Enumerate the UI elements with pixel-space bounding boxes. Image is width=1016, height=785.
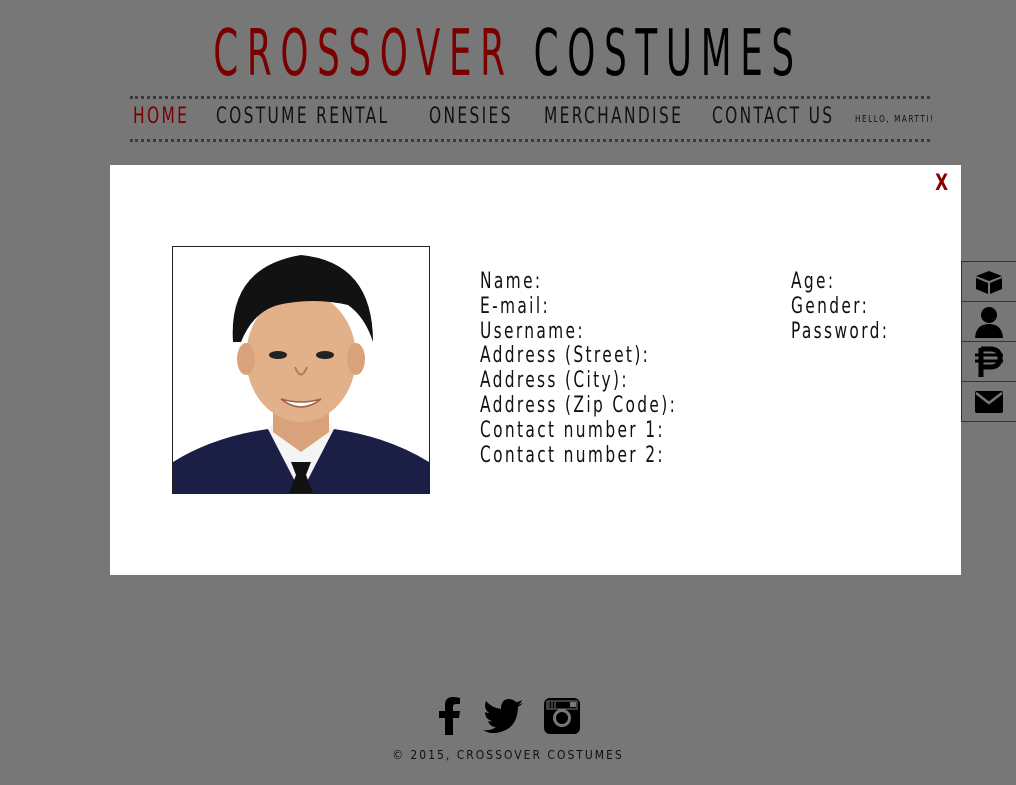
main-nav: HOME COSTUME RENTAL ONESIES MERCHANDISE … [0,104,1016,136]
site-title-part2: COSTUMES [533,17,803,91]
side-toolbar [961,261,1016,422]
contact-number-2-label: Contact number 2: [480,442,665,468]
copyright-text: © 2015, CROSSOVER COSTUMES [392,748,624,762]
profile-fields-left: Name: E-mail: Username: Address (Street)… [480,269,733,468]
social-links [0,697,1016,739]
profile-modal: X Name: E-mail: Username: Address (Stree… [110,165,961,575]
user-icon[interactable] [961,301,1016,342]
nav-costume-rental[interactable]: COSTUME RENTAL [216,104,389,129]
age-label: Age: [791,269,836,294]
address-city-label: Address (City): [480,368,629,394]
site-title: CROSSOVER COSTUMES [193,16,823,92]
site-title-part1: CROSSOVER [213,17,514,91]
nav-merchandise[interactable]: MERCHANDISE [544,104,683,129]
address-street-label: Address (Street): [480,343,651,369]
username-label: Username: [480,318,585,344]
email-label: E-mail: [480,293,550,319]
address-zip-label: Address (Zip Code): [480,392,678,418]
profile-photo [172,246,430,494]
box-icon[interactable] [961,261,1016,302]
mail-icon[interactable] [961,381,1016,422]
peso-icon[interactable] [961,341,1016,382]
nav-home[interactable]: HOME [133,104,189,129]
divider-top [130,96,930,99]
divider-bottom [130,139,930,142]
nav-onesies[interactable]: ONESIES [429,104,513,129]
nav-contact-us[interactable]: CONTACT US [712,104,834,129]
close-button[interactable]: X [935,171,948,196]
instagram-icon[interactable] [543,698,580,738]
profile-fields-right: Age: Gender: Password: [791,269,917,344]
twitter-icon[interactable] [483,699,523,737]
contact-number-1-label: Contact number 1: [480,417,665,443]
name-label: Name: [480,269,543,294]
password-label: Password: [791,318,890,344]
user-greeting[interactable]: HELLO, MARTTI! [855,114,935,125]
facebook-icon[interactable] [436,697,462,739]
gender-label: Gender: [791,293,870,319]
